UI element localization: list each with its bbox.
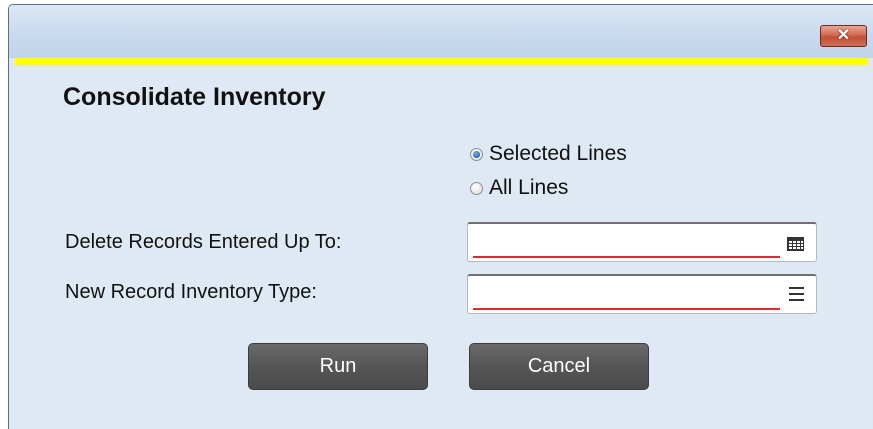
inventory-type-field[interactable] [467, 274, 817, 314]
dialog-window: ✕ Consolidate Inventory Selected Lines A… [8, 4, 873, 429]
delete-records-date-field[interactable] [467, 222, 817, 262]
dialog-title: Consolidate Inventory [63, 83, 326, 111]
radio-label-selected-lines: Selected Lines [489, 142, 627, 165]
dialog-content: Consolidate Inventory Selected Lines All… [15, 58, 868, 429]
run-button[interactable]: Run [248, 343, 428, 390]
radio-selected-lines[interactable]: Selected Lines [470, 142, 627, 166]
radio-button-unchecked[interactable] [470, 181, 483, 195]
radio-label-all-lines: All Lines [489, 176, 569, 199]
cancel-button[interactable]: Cancel [469, 343, 649, 390]
required-underline [473, 256, 780, 258]
radio-all-lines[interactable]: All Lines [470, 176, 568, 200]
inventory-type-label: New Record Inventory Type: [65, 281, 317, 303]
menu-icon[interactable] [789, 287, 804, 302]
required-underline [473, 308, 780, 310]
radio-button-checked[interactable] [470, 147, 483, 161]
delete-records-label: Delete Records Entered Up To: [65, 231, 342, 253]
close-button[interactable]: ✕ [820, 25, 867, 47]
calendar-icon[interactable] [787, 237, 804, 251]
title-bar[interactable]: ✕ [9, 5, 873, 58]
close-icon: ✕ [836, 27, 851, 44]
